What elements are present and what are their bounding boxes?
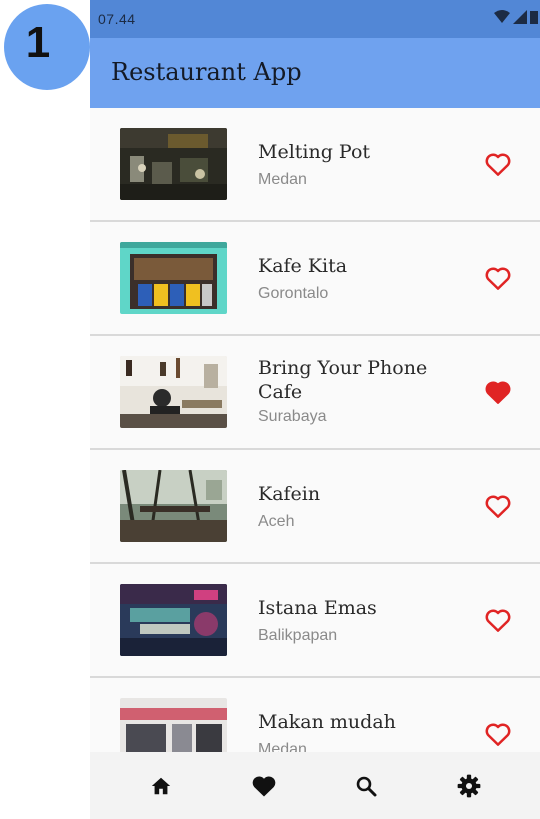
- phone-screen: 07.44 Restaurant App Melting Pot Medan K…: [90, 0, 540, 819]
- favorite-heart-outline-icon[interactable]: [483, 491, 513, 521]
- restaurant-city: Balikpapan: [258, 627, 338, 644]
- restaurant-thumbnail: [120, 470, 227, 542]
- restaurant-name: Istana Emas: [258, 597, 377, 619]
- restaurant-city: Aceh: [258, 513, 295, 530]
- restaurant-city: Gorontalo: [258, 285, 329, 302]
- gear-icon: [457, 774, 481, 797]
- restaurant-list[interactable]: Melting Pot Medan Kafe Kita Gorontalo Br…: [90, 108, 540, 792]
- nav-home-button[interactable]: [141, 766, 181, 806]
- restaurant-name: Kafe Kita: [258, 255, 348, 277]
- favorite-heart-filled-icon[interactable]: [483, 377, 513, 407]
- bottom-navigation: [90, 752, 540, 819]
- favorite-heart-outline-icon[interactable]: [483, 263, 513, 293]
- favorite-heart-outline-icon[interactable]: [483, 719, 513, 749]
- restaurant-thumbnail: [120, 356, 227, 428]
- search-icon: [356, 776, 377, 796]
- restaurant-thumbnail: [120, 242, 227, 314]
- restaurant-city: Medan: [258, 171, 307, 188]
- favorite-heart-outline-icon[interactable]: [483, 605, 513, 635]
- app-bar: Restaurant App: [90, 38, 540, 108]
- restaurant-item[interactable]: Bring Your Phone Cafe Surabaya: [90, 336, 540, 450]
- restaurant-item[interactable]: Istana Emas Balikpapan: [90, 564, 540, 678]
- restaurant-name: Kafein: [258, 483, 321, 505]
- home-icon: [152, 777, 171, 794]
- app-title: Restaurant App: [111, 58, 302, 86]
- battery-icon: [530, 11, 538, 24]
- restaurant-item[interactable]: Kafe Kita Gorontalo: [90, 222, 540, 336]
- restaurant-thumbnail: [120, 584, 227, 656]
- step-number: 1: [25, 18, 51, 67]
- restaurant-item[interactable]: Melting Pot Medan: [90, 108, 540, 222]
- restaurant-item[interactable]: Kafein Aceh: [90, 450, 540, 564]
- signal-icon: [513, 10, 527, 24]
- nav-settings-button[interactable]: [449, 766, 489, 806]
- favorite-heart-outline-icon[interactable]: [483, 149, 513, 179]
- restaurant-name: Bring Your Phone Cafe: [258, 357, 428, 403]
- status-bar: 07.44: [90, 0, 540, 38]
- status-icons: [494, 10, 538, 24]
- heart-icon: [252, 775, 276, 796]
- restaurant-name: Melting Pot: [258, 141, 371, 163]
- restaurant-thumbnail: [120, 128, 227, 200]
- nav-favorites-button[interactable]: [244, 766, 284, 806]
- restaurant-city: Surabaya: [258, 408, 327, 425]
- wifi-icon: [494, 10, 510, 23]
- status-time: 07.44: [98, 11, 136, 27]
- nav-search-button[interactable]: [346, 766, 386, 806]
- step-number-badge: 1: [4, 4, 90, 90]
- restaurant-name: Makan mudah: [258, 711, 396, 733]
